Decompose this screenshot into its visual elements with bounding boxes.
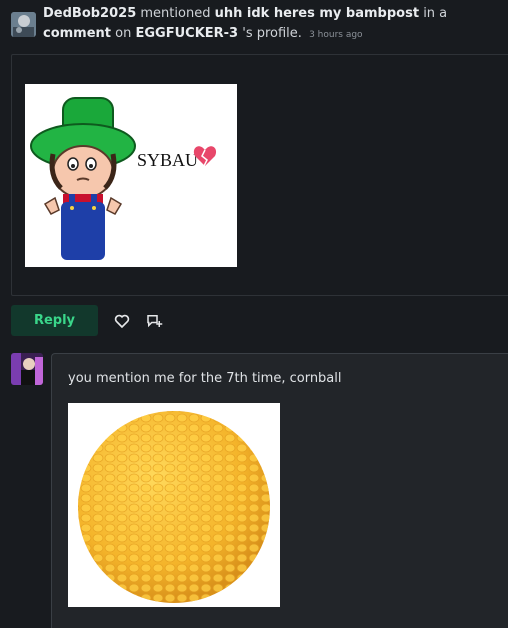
reply-avatar[interactable] <box>11 353 43 385</box>
post-card: SYBAU <box>11 54 508 296</box>
corn-ball-image <box>68 403 280 607</box>
character-drawing: SYBAU <box>25 84 237 267</box>
reply-button[interactable]: Reply <box>11 305 98 336</box>
reply-text: you mention me for the 7th time, cornbal… <box>68 371 342 386</box>
in-a-text: in a <box>423 6 448 21</box>
verb-text: mentioned <box>140 6 211 21</box>
on-text: on <box>115 26 132 41</box>
post-title-link[interactable]: uhh idk heres my bambpost <box>215 6 419 21</box>
reply-avatar-image <box>11 353 43 385</box>
post-image[interactable]: SYBAU <box>25 84 237 267</box>
comment-link[interactable]: comment <box>43 26 111 41</box>
notification-text: DedBob2025 mentioned uhh idk heres my ba… <box>43 4 508 45</box>
image-caption: SYBAU <box>137 150 198 170</box>
actor-link[interactable]: DedBob2025 <box>43 6 136 21</box>
profile-suffix: 's profile. <box>242 26 302 41</box>
timestamp: 3 hours ago <box>309 30 363 40</box>
heart-icon[interactable] <box>113 312 131 330</box>
user-avatar-image <box>11 12 36 37</box>
profile-owner-link[interactable]: EGGFUCKER-3 <box>136 26 239 41</box>
avatar[interactable] <box>11 12 36 37</box>
reply-image[interactable] <box>68 403 280 607</box>
reply-card: you mention me for the 7th time, cornbal… <box>51 353 508 628</box>
add-comment-icon[interactable] <box>145 312 163 330</box>
